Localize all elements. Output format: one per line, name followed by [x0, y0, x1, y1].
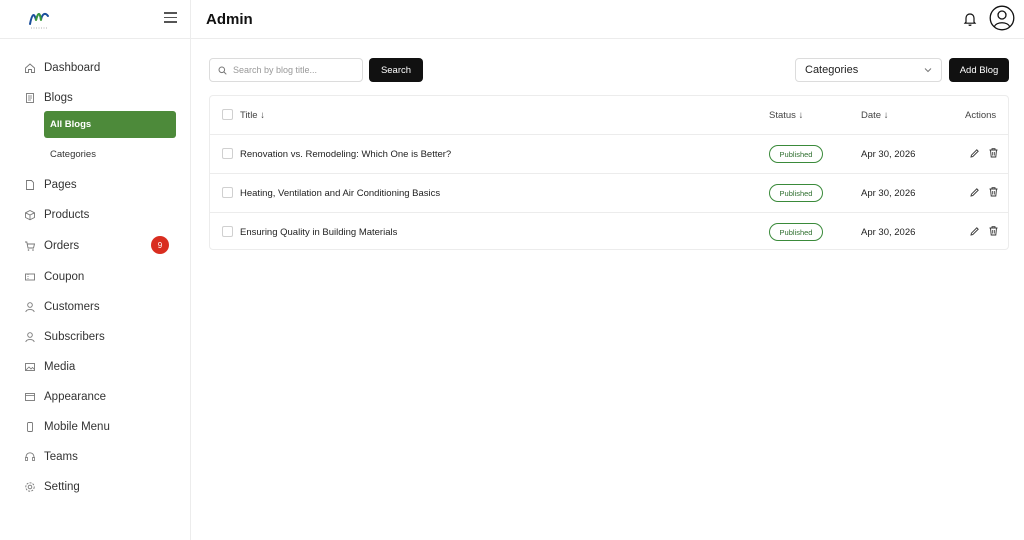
blogs-table: Title ↓ Status ↓ Date ↓ Actions Renovati…: [209, 95, 1009, 250]
table-header: Title ↓ Status ↓ Date ↓ Actions: [210, 96, 1008, 135]
blog-title[interactable]: Ensuring Quality in Building Materials: [240, 227, 397, 238]
sidebar-item-setting[interactable]: Setting: [24, 477, 80, 497]
sidebar-subitem-categories[interactable]: Categories: [44, 141, 176, 168]
blog-date: Apr 30, 2026: [861, 188, 916, 199]
select-all-checkbox[interactable]: [222, 109, 233, 120]
status-badge: Published: [769, 184, 823, 202]
top-bar: Admin: [191, 0, 1024, 39]
sidebar-item-mobile-menu[interactable]: Mobile Menu: [24, 417, 110, 437]
search-icon: [218, 66, 227, 75]
blog-title[interactable]: Heating, Ventilation and Air Conditionin…: [240, 188, 440, 199]
orders-count-badge: 9: [151, 236, 169, 254]
search-button[interactable]: Search: [369, 58, 423, 82]
column-header-date[interactable]: Date ↓: [861, 110, 888, 121]
headset-icon: [24, 451, 36, 463]
category-select-value: Categories: [805, 64, 859, 76]
sidebar-item-label: Pages: [44, 179, 77, 191]
gear-icon: [24, 481, 36, 493]
trash-icon[interactable]: [988, 147, 999, 158]
bell-icon[interactable]: [963, 11, 977, 27]
edit-icon[interactable]: [969, 226, 980, 237]
appearance-icon: [24, 391, 36, 403]
column-header-status[interactable]: Status ↓: [769, 110, 803, 121]
user-icon: [24, 331, 36, 343]
brand-bar: [0, 0, 190, 39]
home-icon: [24, 62, 36, 74]
row-checkbox[interactable]: [222, 148, 233, 159]
sidebar-item-subscribers[interactable]: Subscribers: [24, 327, 105, 347]
avatar[interactable]: [989, 5, 1015, 31]
sidebar-item-orders[interactable]: Orders: [24, 236, 79, 256]
coupon-icon: [24, 271, 36, 283]
status-badge: Published: [769, 223, 823, 241]
sidebar-item-label: Subscribers: [44, 331, 105, 343]
trash-icon[interactable]: [988, 225, 999, 236]
sidebar-item-label: Customers: [44, 301, 100, 313]
sidebar-item-pages[interactable]: Pages: [24, 175, 77, 195]
blog-date: Apr 30, 2026: [861, 149, 916, 160]
table-row: Ensuring Quality in Building Materials P…: [210, 213, 1008, 252]
page-title: Admin: [206, 11, 253, 28]
trash-icon[interactable]: [988, 186, 999, 197]
chevron-down-icon: [924, 68, 932, 73]
blog-date: Apr 30, 2026: [861, 227, 916, 238]
user-icon: [24, 301, 36, 313]
menu-toggle-icon[interactable]: [164, 12, 177, 23]
sidebar-item-label: Blogs: [44, 92, 73, 104]
page-icon: [24, 179, 36, 191]
sidebar-item-blogs[interactable]: Blogs: [24, 88, 73, 108]
table-row: Renovation vs. Remodeling: Which One is …: [210, 135, 1008, 174]
sidebar-item-label: Coupon: [44, 271, 85, 283]
sidebar-item-label: Dashboard: [44, 62, 101, 74]
sidebar-item-label: Mobile Menu: [44, 421, 110, 433]
search-input[interactable]: [233, 65, 353, 75]
add-blog-button[interactable]: Add Blog: [949, 58, 1009, 82]
sidebar-item-label: Appearance: [44, 391, 107, 403]
sidebar-item-customers[interactable]: Customers: [24, 297, 100, 317]
sidebar-item-label: Products: [44, 209, 90, 221]
search-box: [209, 58, 363, 82]
document-icon: [24, 92, 36, 104]
sidebar-item-label: Setting: [44, 481, 80, 493]
table-row: Heating, Ventilation and Air Conditionin…: [210, 174, 1008, 213]
status-badge: Published: [769, 145, 823, 163]
row-checkbox[interactable]: [222, 187, 233, 198]
column-header-title[interactable]: Title ↓: [240, 110, 265, 121]
sidebar: Dashboard Blogs All Blogs Categories Pag…: [0, 0, 191, 540]
column-header-actions: Actions: [965, 110, 997, 121]
sidebar-item-label: Teams: [44, 451, 78, 463]
sidebar-item-media[interactable]: Media: [24, 357, 75, 377]
blog-title[interactable]: Renovation vs. Remodeling: Which One is …: [240, 149, 451, 160]
sidebar-subitem-all-blogs[interactable]: All Blogs: [44, 111, 176, 138]
sidebar-item-coupon[interactable]: Coupon: [24, 267, 84, 287]
box-icon: [24, 209, 36, 221]
edit-icon[interactable]: [969, 187, 980, 198]
sidebar-item-label: Media: [44, 361, 76, 373]
sidebar-item-teams[interactable]: Teams: [24, 447, 78, 467]
edit-icon[interactable]: [969, 148, 980, 159]
sidebar-item-appearance[interactable]: Appearance: [24, 387, 106, 407]
category-select[interactable]: Categories: [795, 58, 942, 82]
logo[interactable]: [28, 6, 50, 30]
sidebar-item-dashboard[interactable]: Dashboard: [24, 58, 100, 78]
sidebar-item-products[interactable]: Products: [24, 205, 89, 225]
cart-icon: [24, 240, 36, 252]
media-icon: [24, 361, 36, 373]
mobile-icon: [24, 421, 36, 433]
sidebar-item-label: Orders: [44, 240, 80, 252]
row-checkbox[interactable]: [222, 226, 233, 237]
